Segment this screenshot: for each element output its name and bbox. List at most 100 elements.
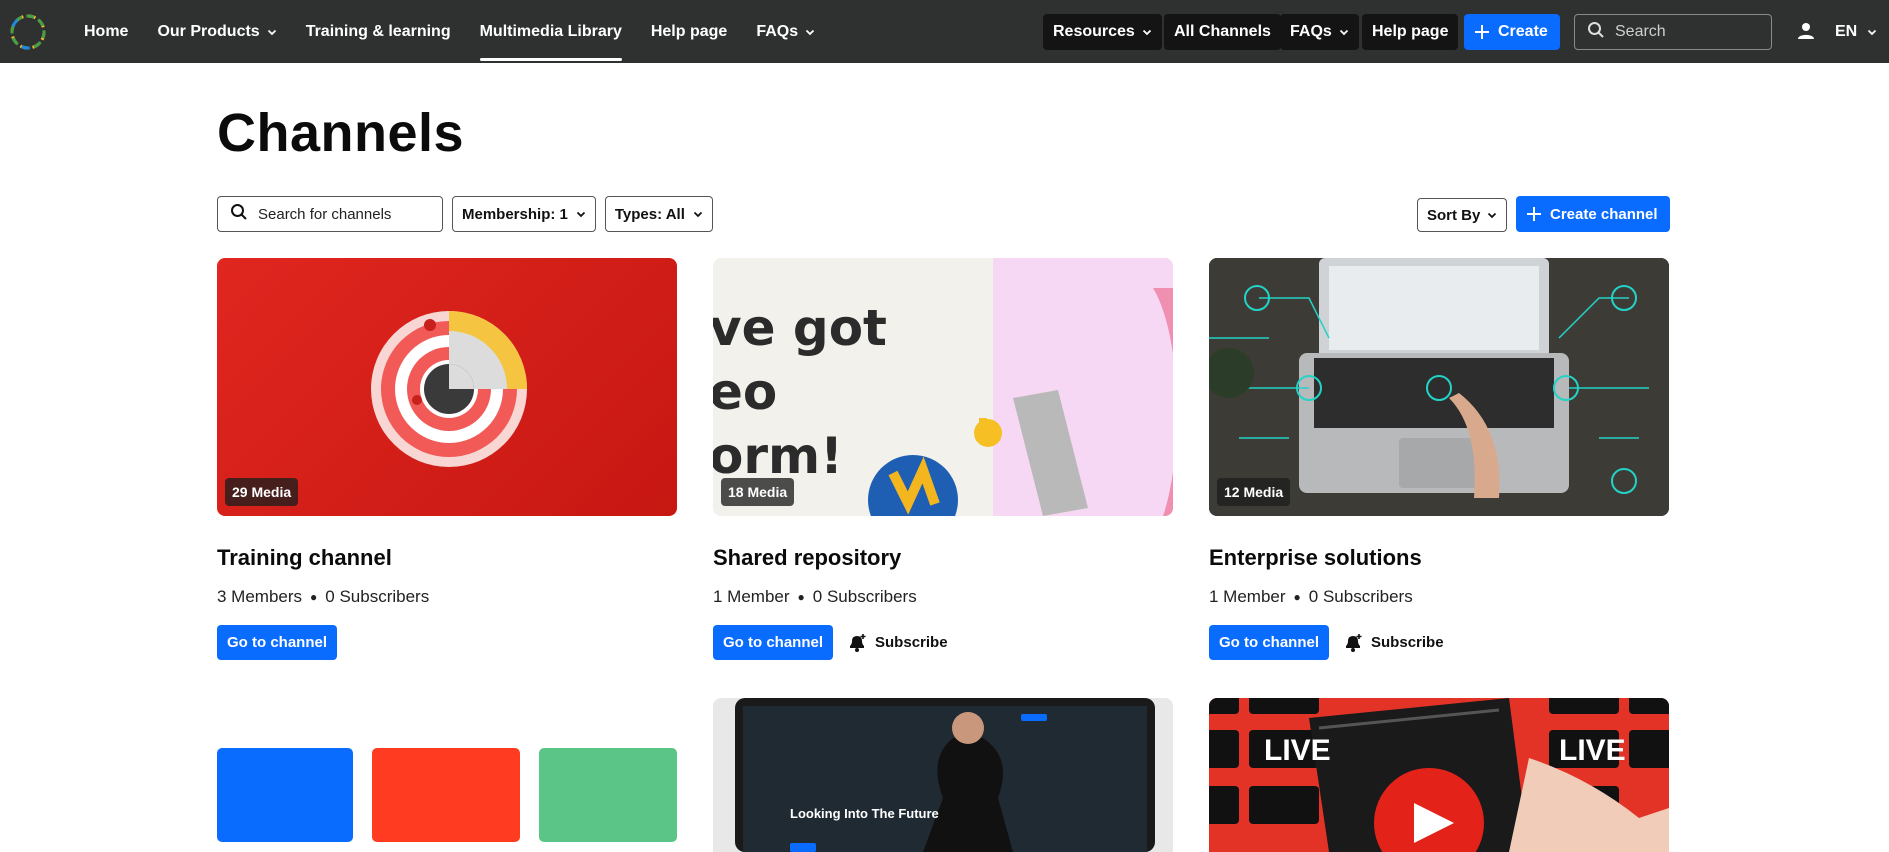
channel-title[interactable]: Enterprise solutions [1209, 545, 1669, 571]
nav-training-label: Training & learning [305, 22, 451, 40]
sort-by-label: Sort By [1427, 206, 1481, 224]
membership-filter-label: Membership: 1 [462, 205, 568, 223]
chevron-down-icon [267, 27, 277, 37]
main-nav: Home Our Products Training & learning Mu… [84, 0, 844, 63]
separator-dot: ● [310, 590, 318, 604]
language-selector[interactable]: EN [1835, 0, 1877, 63]
bell-plus-icon [1346, 633, 1362, 652]
all-channels-label: All Channels [1174, 23, 1271, 40]
toolbar-create: Create [1464, 14, 1560, 50]
channel-title[interactable]: Shared repository [713, 545, 1173, 571]
plus-icon [1474, 24, 1490, 40]
top-search-input[interactable] [1615, 23, 1755, 41]
nav-help-page[interactable]: Help page [651, 0, 727, 63]
nav-multimedia-library[interactable]: Multimedia Library [479, 0, 623, 63]
chevron-down-icon [576, 209, 586, 219]
create-channel-label: Create channel [1550, 205, 1658, 223]
chevron-down-icon [1339, 27, 1349, 37]
channel-card: ve got eo orm! 18 Media Shared repositor… [713, 258, 1173, 660]
live-pattern-illustration [1209, 698, 1669, 852]
color-blocks-illustration [217, 748, 677, 842]
nav-faqs[interactable]: FAQs [756, 0, 815, 63]
channel-thumbnail[interactable]: 12 Media [1209, 258, 1669, 516]
separator-dot: ● [1293, 590, 1301, 604]
go-to-channel-button[interactable]: Go to channel [1209, 625, 1330, 660]
channel-thumbnail[interactable]: ve got eo orm! 18 Media [713, 258, 1173, 516]
toolbar-resources: Resources [1043, 14, 1162, 50]
bell-plus-icon [850, 633, 866, 652]
media-count-badge: 12 Media [1217, 478, 1291, 506]
video-portal-illustration [735, 698, 1155, 852]
plus-icon [1526, 206, 1542, 222]
faqs-button[interactable]: FAQs [1280, 14, 1359, 50]
channel-card: 29 Media Training channel 3 Members ● 0 … [217, 258, 677, 660]
create-label: Create [1498, 23, 1548, 40]
help-page-label: Help page [1372, 23, 1449, 40]
subscribe-button[interactable]: Subscribe [847, 633, 948, 653]
channel-thumbnail[interactable]: Looking Into The Future [713, 698, 1173, 852]
channel-actions: Go to channel Subscribe [713, 625, 1173, 660]
video-title: Looking Into The Future [790, 806, 939, 821]
subscribe-button[interactable]: Subscribe [1343, 633, 1444, 653]
channel-search-box[interactable] [217, 196, 443, 232]
membership-filter-dropdown[interactable]: Membership: 1 [452, 196, 596, 232]
subscribe-label: Subscribe [875, 634, 948, 651]
types-filter-label: Types: All [614, 205, 685, 223]
nav-home-label: Home [84, 22, 129, 40]
user-icon[interactable] [1797, 22, 1815, 45]
nav-faqs-label: FAQs [756, 22, 799, 40]
nav-our-products-label: Our Products [157, 22, 260, 40]
channel-actions: Go to channel Subscribe [1209, 625, 1669, 660]
channel-search-input[interactable] [258, 205, 428, 223]
nav-home[interactable]: Home [84, 0, 128, 63]
separator-dot: ● [797, 590, 805, 604]
channel-title[interactable]: Training channel [217, 545, 677, 571]
nav-training[interactable]: Training & learning [306, 0, 451, 63]
channel-meta: 3 Members ● 0 Subscribers [217, 587, 677, 607]
subscribers-count: 0 Subscribers [1308, 587, 1413, 606]
channel-meta: 1 Member ● 0 Subscribers [713, 587, 1173, 607]
go-to-channel-button[interactable]: Go to channel [713, 625, 834, 660]
help-page-button[interactable]: Help page [1362, 14, 1459, 50]
create-channel-button[interactable]: Create channel [1516, 196, 1670, 232]
members-count: 1 Member [713, 587, 790, 606]
media-count-badge: 29 Media [225, 478, 299, 506]
chevron-down-icon [1487, 210, 1497, 220]
go-to-channel-button[interactable]: Go to channel [217, 625, 338, 660]
media-count-badge: 18 Media [721, 478, 795, 506]
types-filter-dropdown[interactable]: Types: All [604, 196, 713, 232]
resources-label: Resources [1053, 23, 1135, 40]
faqs-label: FAQs [1290, 23, 1332, 40]
top-search-box[interactable] [1574, 14, 1772, 50]
channel-thumbnail[interactable]: 29 Media [217, 258, 677, 516]
channel-thumbnail[interactable] [217, 698, 677, 852]
subscribe-label: Subscribe [1371, 634, 1444, 651]
live-label: LIVE [1264, 734, 1331, 767]
channel-actions: Go to channel [217, 625, 677, 660]
resources-button[interactable]: Resources [1043, 14, 1162, 50]
chevron-down-icon [1867, 27, 1877, 37]
all-channels-button[interactable]: All Channels [1164, 14, 1281, 50]
chevron-down-icon [693, 209, 703, 219]
top-navigation-bar: Home Our Products Training & learning Mu… [0, 0, 1889, 63]
channel-filters: Membership: 1 Types: All [217, 196, 713, 232]
language-label: EN [1835, 22, 1858, 40]
channel-meta: 1 Member ● 0 Subscribers [1209, 587, 1669, 607]
live-label: LIVE [1559, 734, 1626, 767]
sort-by-dropdown[interactable]: Sort By [1417, 198, 1508, 232]
logo-icon[interactable] [8, 12, 48, 52]
nav-help-page-label: Help page [650, 22, 728, 40]
channel-card: 12 Media Enterprise solutions 1 Member ●… [1209, 258, 1669, 660]
subscribers-count: 0 Subscribers [812, 587, 917, 606]
toolbar-help: Help page [1362, 14, 1459, 50]
page-title: Channels [217, 103, 465, 163]
toolbar-faqs: FAQs [1280, 14, 1359, 50]
chevron-down-icon [805, 27, 815, 37]
create-button[interactable]: Create [1464, 14, 1560, 50]
members-count: 3 Members [217, 587, 303, 606]
search-icon [1587, 21, 1605, 44]
nav-our-products[interactable]: Our Products [157, 0, 276, 63]
nav-multimedia-library-label: Multimedia Library [479, 22, 622, 40]
toolbar-all-channels: All Channels [1164, 14, 1281, 50]
channel-thumbnail[interactable]: LIVE LIVE [1209, 698, 1669, 852]
